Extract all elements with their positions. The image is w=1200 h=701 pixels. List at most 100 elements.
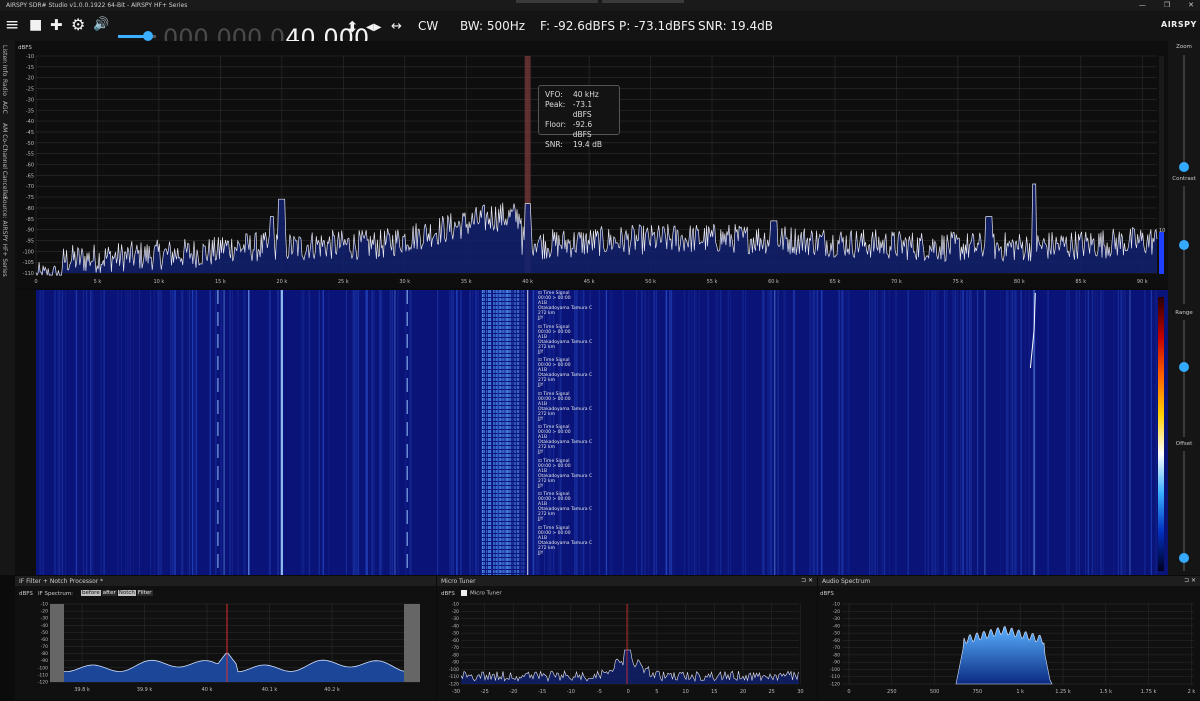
if-y-tick-label: -60 xyxy=(41,637,48,643)
speaker-icon[interactable]: 🔊 xyxy=(93,15,109,35)
if-spectrum-label: IF Spectrum: xyxy=(38,591,74,597)
contrast-slider-knob[interactable] xyxy=(1179,240,1189,250)
jjy-station-annotation[interactable]: ⊡ Time Signal 00:00 > 00:00 A1B Otakadoyama… xyxy=(538,325,592,355)
spectrum-x-tick-label: 75 k xyxy=(952,279,963,285)
if-y-tick-label: -120 xyxy=(38,680,48,686)
zoom-slider-knob[interactable] xyxy=(1179,162,1189,172)
audio-y-tick-label: -100 xyxy=(830,667,840,673)
range-slider-knob[interactable] xyxy=(1179,362,1189,372)
if-unit-label: dBFS xyxy=(19,591,33,597)
pin-icon[interactable]: ⊐ ✕ xyxy=(801,577,813,584)
audio-panel-header: Audio Spectrum ⊐ ✕ xyxy=(818,576,1200,586)
audio-spectrum-plot[interactable]: -10-20-30-40 -50-60-70-80 -90-100-110 -120 0… xyxy=(818,600,1200,700)
annotation-line: JJY xyxy=(538,416,544,422)
audio-unit-label: dBFS xyxy=(820,591,834,597)
offset-slider-knob[interactable] xyxy=(1179,553,1189,563)
audio-y-tick-label: -30 xyxy=(833,616,840,622)
signal-level-value: 10 xyxy=(1159,228,1166,234)
audio-y-tick-label: -90 xyxy=(833,660,840,666)
annotation-line: Otakadoyama Tamura C xyxy=(538,339,593,345)
audio-y-tick-label: -110 xyxy=(830,674,840,680)
display-sliders-panel: Zoom Contrast Range Offset xyxy=(1168,41,1200,575)
zoom-slider[interactable] xyxy=(1183,55,1185,167)
contrast-label: Contrast xyxy=(1172,176,1196,182)
before-toggle[interactable]: before xyxy=(81,590,101,596)
micro-y-tick-label: -50 xyxy=(452,631,459,637)
spectrum-y-tick-label: -110 xyxy=(23,271,34,277)
micro-y-tick-label: -110 xyxy=(449,674,459,680)
tab-radio[interactable]: Radio xyxy=(1,79,8,96)
spectrum-plot[interactable]: dBFS -10 -15 -20 -25 -30 -35 -40 -45 -50 -55 -60 -65… xyxy=(15,41,1168,288)
annotation-line: JJY xyxy=(538,517,544,522)
tab-listen-info[interactable]: Listen Info xyxy=(1,45,8,76)
menu-icon[interactable]: ≡ xyxy=(5,15,19,35)
spectrum-y-tick-label: -90 xyxy=(26,228,34,234)
jjy-station-annotation[interactable]: ⊡ Time Signal 00:00 > 00:00 A1B Otakadoyama… xyxy=(538,425,592,455)
audio-y-tick-label: -10 xyxy=(833,602,840,608)
close-button[interactable]: ✕ xyxy=(1188,1,1194,9)
micro-tuner-plot[interactable]: -10-20-30-40-50-60-70-80-90-100-110-120-… xyxy=(437,600,817,700)
title-bar: AIRSPY SDR# Studio v1.0.0.1922 64-Bit - … xyxy=(0,0,1200,11)
jjy-station-annotation[interactable]: ⊡ Time Signal 00:00 > 00:00 A1B Otakadoyama… xyxy=(538,492,592,522)
toolbar: ≡ ■ ✚ ⚙ 🔊 000.000.040.000 ⬍ ◀▶ ↔ CW BW: … xyxy=(0,11,1200,52)
after-toggle[interactable]: after xyxy=(101,590,117,596)
tab-source[interactable]: Source: AIRSPY HF+ Series xyxy=(1,196,8,277)
volume-knob[interactable] xyxy=(143,31,154,41)
if-panel-title: IF Filter + Notch Processor * xyxy=(19,578,104,585)
spectrum-x-tick-label: 40 k xyxy=(522,279,533,285)
if-spectrum-plot[interactable]: -10-20-30-40-50-60-70-80-90-100-110 -120 3… xyxy=(15,600,436,700)
restore-button[interactable]: ❐ xyxy=(1164,1,1170,9)
micro-y-tick-label: -20 xyxy=(452,609,459,615)
micro-x-tick-label: 30 xyxy=(797,689,803,695)
micro-unit-label: dBFS xyxy=(441,591,455,597)
audio-x-tick-label: 0 xyxy=(847,689,850,695)
add-icon[interactable]: ✚ xyxy=(50,15,63,35)
spectrum-y-tick-label: -95 xyxy=(26,238,34,244)
filter-toggle[interactable]: Filter xyxy=(136,590,153,596)
micro-y-tick-label: -30 xyxy=(452,616,459,622)
audio-pin-icon[interactable]: ⊐ ✕ xyxy=(1184,577,1196,584)
span-icon[interactable]: ↔ xyxy=(391,17,402,37)
frequency-step-updown-icon[interactable]: ⬍ xyxy=(346,17,359,37)
range-slider[interactable] xyxy=(1183,320,1185,437)
mode-selector[interactable]: CW xyxy=(418,19,438,33)
micro-y-tick-label: -80 xyxy=(452,652,459,658)
if-y-tick-label: -20 xyxy=(41,609,48,615)
window-title: AIRSPY SDR# Studio v1.0.0.1922 64-Bit - … xyxy=(6,2,188,9)
micro-x-tick-label: 25 xyxy=(769,689,775,695)
annotation-line: Otakadoyama Tamura C xyxy=(538,473,593,479)
spectrum-x-tick-label: 0 xyxy=(34,279,37,285)
signal-level-bar xyxy=(1159,56,1164,274)
if-x-tick-label: 39.8 k xyxy=(74,687,90,693)
waterfall-display[interactable]: ⊡ Time Signal 00:00 > 00:00 A1B Otakadoyama… xyxy=(15,290,1168,575)
if-y-tick-label: -70 xyxy=(41,644,48,650)
jjy-station-annotation[interactable]: ⊡ Time Signal 00:00 > 00:00 A1B Otakadoyama… xyxy=(538,526,592,556)
tune-leftright-icon[interactable]: ◀▶ xyxy=(366,18,381,38)
airspy-logo: AIRSPY xyxy=(1161,20,1197,29)
jjy-station-annotation[interactable]: ⊡ Time Signal 00:00 > 00:00 A1B Otakadoyama… xyxy=(538,459,592,489)
notch-toggle[interactable]: Notch xyxy=(117,590,136,596)
if-y-tick-label: -110 xyxy=(38,672,48,678)
jjy-station-annotation[interactable]: ⊡ Time Signal 00:00 > 00:00 A1B Otakadoyama… xyxy=(538,392,592,422)
spectrum-x-tick-label: 60 k xyxy=(768,279,779,285)
audio-x-tick-label: 750 xyxy=(973,689,983,695)
tab-am-co-channel-canceller[interactable]: AM Co-Channel Canceller xyxy=(1,123,8,199)
if-y-tick-label: -100 xyxy=(38,665,48,671)
spectrum-y-tick-label: -100 xyxy=(23,249,34,255)
micro-tuner-panel: Micro Tuner ⊐ ✕ dBFS Micro Tuner -10 -20 -3… xyxy=(437,576,817,700)
settings-gear-icon[interactable]: ⚙ xyxy=(71,15,85,35)
micro-tuner-checkbox[interactable]: Micro Tuner xyxy=(461,590,502,597)
jjy-station-annotation[interactable]: ⊡ Time Signal 00:00 > 00:00 A1B Otakadoyama… xyxy=(538,358,592,388)
stop-icon[interactable]: ■ xyxy=(29,15,42,35)
minimize-button[interactable]: — xyxy=(1139,1,1146,9)
volume-slider[interactable] xyxy=(118,31,156,41)
micro-x-tick-label: 15 xyxy=(711,689,717,695)
micro-panel-title: Micro Tuner xyxy=(441,578,476,585)
spectrum-analyzer[interactable]: dBFS -10 -15 -20 -25 -30 -35 -40 -45 -50 -55 -60 -65… xyxy=(15,41,1168,288)
jjy-station-annotation[interactable]: ⊡ Time Signal 00:00 > 00:00 A1B Otakadoyama… xyxy=(538,291,592,321)
spectrum-y-tick-label: -60 xyxy=(26,163,34,169)
spectrum-y-tick-label: -70 xyxy=(26,184,34,190)
snr-readout: SNR: 19.4dB xyxy=(698,19,773,33)
tab-agc[interactable]: AGC xyxy=(1,101,8,114)
tooltip-vfo: VFO: 40 kHz xyxy=(545,90,599,99)
